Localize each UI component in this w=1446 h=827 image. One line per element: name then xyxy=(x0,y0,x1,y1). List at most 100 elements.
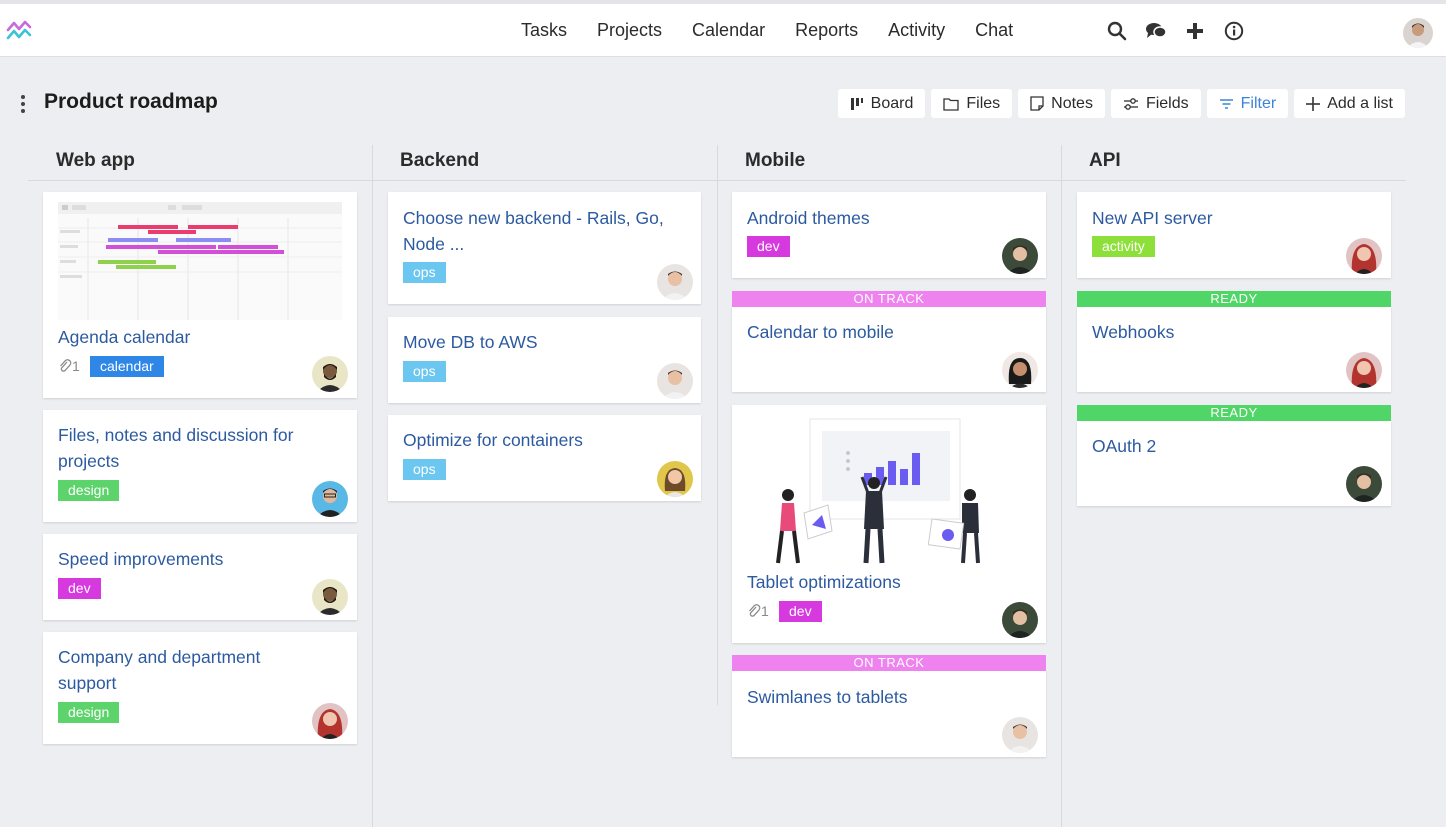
assignee-avatar[interactable] xyxy=(1002,602,1038,638)
attachment-count-value: 1 xyxy=(72,358,80,374)
attachment-count: 1 xyxy=(58,358,80,374)
card-title: Agenda calendar xyxy=(58,327,191,347)
filter-button[interactable]: Filter xyxy=(1206,89,1289,118)
attachment-count: 1 xyxy=(747,603,769,619)
assignee-avatar[interactable] xyxy=(1346,352,1382,388)
card-title: Choose new backend - Rails, Go, Node ... xyxy=(403,208,664,254)
card-company-department-support[interactable]: Company and department support design xyxy=(43,632,357,744)
user-avatar[interactable] xyxy=(1403,18,1433,48)
board-icon xyxy=(850,97,863,110)
status-banner-on-track: ON TRACK xyxy=(732,655,1046,671)
add-list-label: Add a list xyxy=(1327,94,1393,112)
main-nav: Tasks Projects Calendar Reports Activity… xyxy=(506,4,1028,57)
card-swimlanes-to-tablets[interactable]: ON TRACK Swimlanes to tablets xyxy=(732,655,1046,757)
assignee-avatar[interactable] xyxy=(312,579,348,615)
tag-ops[interactable]: ops xyxy=(403,262,446,283)
card-oauth-2[interactable]: READY OAuth 2 xyxy=(1077,405,1391,506)
assignee-avatar[interactable] xyxy=(657,461,693,497)
card-tablet-optimizations[interactable]: Tablet optimizations 1 dev xyxy=(732,405,1046,643)
status-banner-on-track: ON TRACK xyxy=(732,291,1046,307)
card-android-themes[interactable]: Android themes dev xyxy=(732,192,1046,278)
column-title-api[interactable]: API xyxy=(1089,150,1121,172)
add-list-button[interactable]: Add a list xyxy=(1294,89,1405,118)
card-cover-illustration xyxy=(776,418,980,564)
tag-calendar[interactable]: calendar xyxy=(90,356,164,377)
assignee-avatar[interactable] xyxy=(1346,238,1382,274)
nav-chat[interactable]: Chat xyxy=(975,20,1013,41)
assignee-avatar[interactable] xyxy=(657,264,693,300)
card-title: Company and department support xyxy=(58,647,261,693)
card-move-db-to-aws[interactable]: Move DB to AWS ops xyxy=(388,317,701,403)
status-banner-ready: READY xyxy=(1077,405,1391,421)
fields-button[interactable]: Fields xyxy=(1110,89,1201,118)
tag-activity[interactable]: activity xyxy=(1092,236,1155,257)
column-title-mobile[interactable]: Mobile xyxy=(745,150,805,172)
column-title-backend[interactable]: Backend xyxy=(400,150,479,172)
column-separator xyxy=(1061,145,1062,827)
nav-tasks[interactable]: Tasks xyxy=(521,20,567,41)
plus-icon xyxy=(1306,96,1321,111)
tag-design[interactable]: design xyxy=(58,480,120,501)
board-view-button[interactable]: Board xyxy=(837,89,926,118)
card-title: Tablet optimizations xyxy=(747,572,901,592)
app-logo-icon[interactable] xyxy=(6,18,32,44)
card-speed-improvements[interactable]: Speed improvements dev xyxy=(43,534,357,620)
attachment-count-value: 1 xyxy=(761,603,769,619)
card-title: Speed improvements xyxy=(58,549,224,569)
assignee-avatar[interactable] xyxy=(1346,466,1382,502)
assignee-avatar[interactable] xyxy=(1002,238,1038,274)
card-cover-image xyxy=(58,202,342,320)
card-agenda-calendar[interactable]: Agenda calendar 1 calendar xyxy=(43,192,357,398)
status-banner-ready: READY xyxy=(1077,291,1391,307)
card-calendar-to-mobile[interactable]: ON TRACK Calendar to mobile xyxy=(732,291,1046,392)
card-title: Swimlanes to tablets xyxy=(747,687,908,707)
tag-ops[interactable]: ops xyxy=(403,361,446,382)
note-icon xyxy=(1030,96,1044,111)
assignee-avatar[interactable] xyxy=(312,356,348,392)
nav-activity[interactable]: Activity xyxy=(888,20,945,41)
filter-icon xyxy=(1219,98,1233,109)
search-icon[interactable] xyxy=(1104,18,1130,44)
assignee-avatar[interactable] xyxy=(657,363,693,399)
card-title: Android themes xyxy=(747,208,870,228)
folder-icon xyxy=(943,97,960,111)
card-choose-new-backend[interactable]: Choose new backend - Rails, Go, Node ...… xyxy=(388,192,701,304)
tag-dev[interactable]: dev xyxy=(779,601,822,622)
assignee-avatar[interactable] xyxy=(1002,352,1038,388)
tag-ops[interactable]: ops xyxy=(403,459,446,480)
card-title: Optimize for containers xyxy=(403,430,583,450)
nav-reports[interactable]: Reports xyxy=(795,20,858,41)
column-separator xyxy=(717,145,718,705)
tag-dev[interactable]: dev xyxy=(747,236,790,257)
assignee-avatar[interactable] xyxy=(1002,717,1038,753)
column-title-web-app[interactable]: Web app xyxy=(56,150,135,172)
card-webhooks[interactable]: READY Webhooks xyxy=(1077,291,1391,392)
paperclip-icon xyxy=(749,604,761,617)
nav-projects[interactable]: Projects xyxy=(597,20,662,41)
card-title: Files, notes and discussion for projects xyxy=(58,425,294,471)
files-button[interactable]: Files xyxy=(931,89,1013,118)
card-new-api-server[interactable]: New API server activity xyxy=(1077,192,1391,278)
board-menu-icon[interactable] xyxy=(18,93,28,115)
fields-label: Fields xyxy=(1145,94,1189,112)
top-bar: Tasks Projects Calendar Reports Activity… xyxy=(0,0,1446,57)
assignee-avatar[interactable] xyxy=(312,703,348,739)
card-title: Webhooks xyxy=(1092,322,1175,342)
card-optimize-for-containers[interactable]: Optimize for containers ops xyxy=(388,415,701,501)
paperclip-icon xyxy=(60,359,72,372)
filter-label: Filter xyxy=(1240,94,1277,112)
nav-calendar[interactable]: Calendar xyxy=(692,20,765,41)
fields-icon xyxy=(1123,97,1138,110)
card-title: New API server xyxy=(1092,208,1213,228)
card-files-notes-discussion[interactable]: Files, notes and discussion for projects… xyxy=(43,410,357,522)
chat-bubbles-icon[interactable] xyxy=(1143,18,1169,44)
tag-design[interactable]: design xyxy=(58,702,120,723)
column-separator xyxy=(372,145,373,827)
tag-dev[interactable]: dev xyxy=(58,578,101,599)
assignee-avatar[interactable] xyxy=(312,481,348,517)
info-icon[interactable] xyxy=(1221,18,1247,44)
plus-icon[interactable] xyxy=(1182,18,1208,44)
files-label: Files xyxy=(966,94,1001,112)
notes-button[interactable]: Notes xyxy=(1018,89,1105,118)
card-title: Move DB to AWS xyxy=(403,332,538,352)
